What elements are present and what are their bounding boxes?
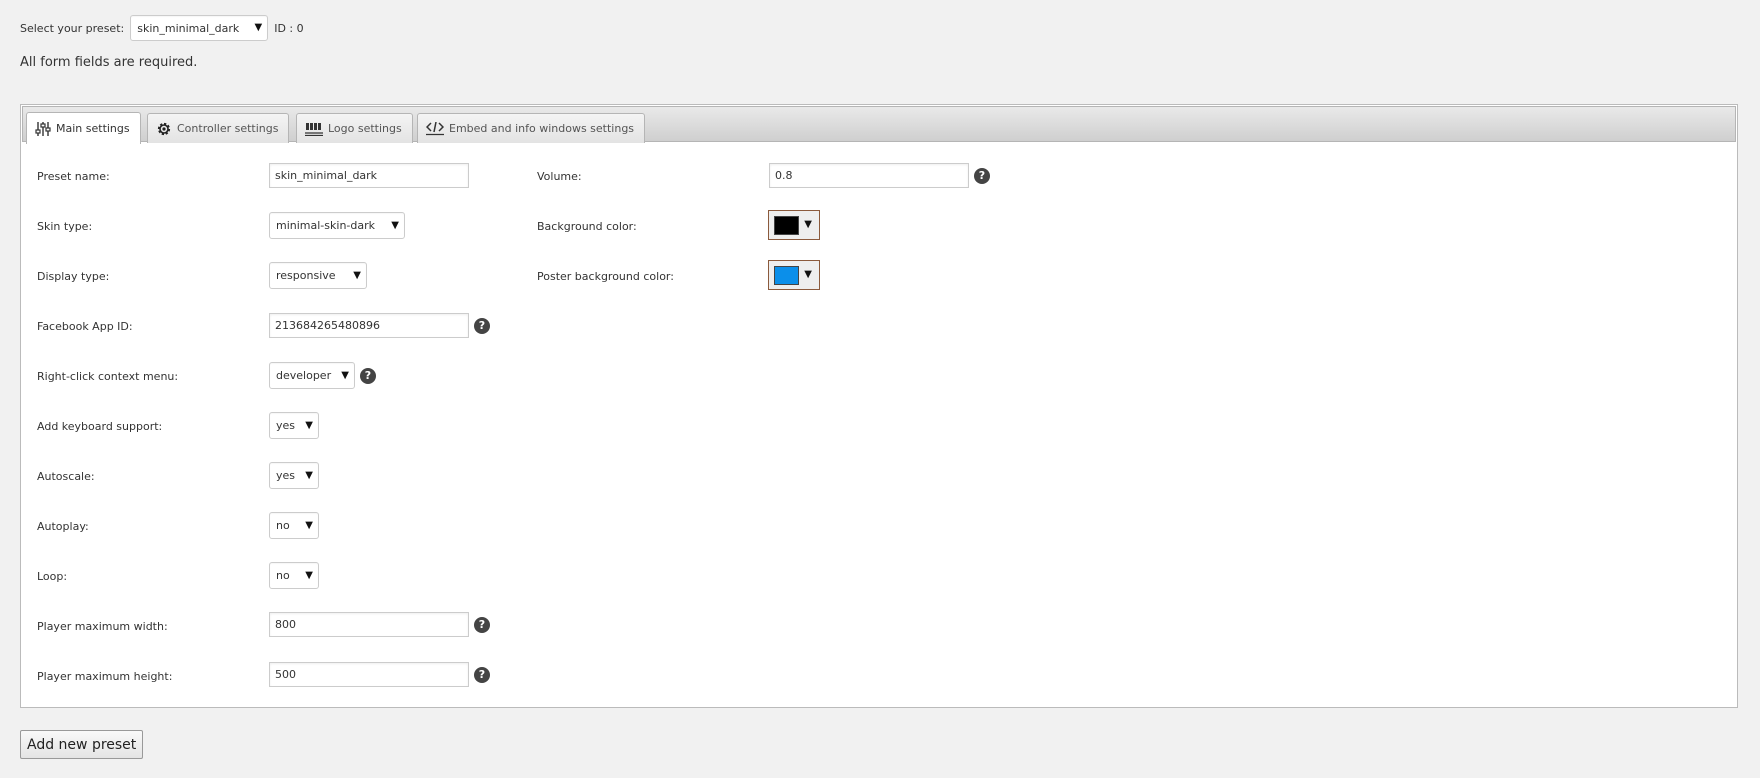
facebook-app-id-label: Facebook App ID: [37, 320, 133, 333]
tab-embed-settings[interactable]: Embed and info windows settings [417, 113, 646, 143]
autoscale-value: yes [276, 469, 296, 482]
keyboard-support-label: Add keyboard support: [37, 420, 163, 433]
chevron-down-icon: ▼ [254, 21, 263, 33]
help-icon[interactable]: ? [360, 368, 376, 384]
preset-name-input[interactable]: skin_minimal_dark [269, 163, 469, 188]
chevron-down-icon: ▼ [305, 419, 313, 431]
help-icon[interactable]: ? [474, 617, 490, 633]
preset-select[interactable]: skin_minimal_dark ▼ [130, 15, 269, 41]
loop-select[interactable]: no ▼ [269, 562, 319, 589]
context-menu-value: developer [276, 369, 332, 382]
chevron-down-icon: ▼ [305, 519, 313, 531]
autoscale-select[interactable]: yes ▼ [269, 462, 319, 489]
loop-label: Loop: [37, 570, 68, 583]
tab-label: Embed and info windows settings [449, 122, 635, 135]
autoplay-value: no [276, 519, 290, 532]
chevron-down-icon: ▼ [804, 219, 812, 230]
chevron-down-icon: ▼ [353, 269, 361, 281]
tab-logo-settings[interactable]: Logo settings [296, 113, 413, 143]
volume-input[interactable]: 0.8 [769, 163, 969, 188]
loop-value: no [276, 569, 290, 582]
add-new-preset-button[interactable]: Add new preset [20, 730, 144, 759]
context-menu-select[interactable]: developer ▼ [269, 362, 355, 389]
chevron-down-icon: ▼ [305, 469, 313, 481]
context-menu-label: Right-click context menu: [37, 370, 179, 383]
display-type-label: Display type: [37, 270, 110, 283]
required-note: All form fields are required. [20, 55, 198, 70]
help-icon[interactable]: ? [474, 318, 490, 334]
tab-label: Main settings [56, 122, 130, 135]
logo-icon [305, 122, 323, 136]
help-icon[interactable]: ? [474, 667, 490, 683]
tab-label: Logo settings [328, 122, 402, 135]
background-color-picker[interactable]: ▼ [768, 210, 820, 240]
chevron-down-icon: ▼ [391, 219, 399, 231]
background-color-label: Background color: [537, 220, 637, 233]
gear-icon [157, 122, 171, 135]
max-height-label: Player maximum height: [37, 670, 173, 683]
help-icon[interactable]: ? [974, 168, 990, 184]
background-color-swatch [774, 216, 799, 235]
tab-main-settings[interactable]: Main settings [26, 112, 141, 144]
facebook-app-id-input[interactable]: 213684265480896 [269, 313, 469, 338]
keyboard-support-value: yes [276, 419, 296, 432]
poster-background-color-label: Poster background color: [537, 270, 674, 283]
autoplay-label: Autoplay: [37, 520, 89, 533]
chevron-down-icon: ▼ [305, 569, 313, 581]
preset-selector-row: Select your preset: skin_minimal_dark ▼ … [20, 15, 304, 41]
poster-background-color-picker[interactable]: ▼ [768, 260, 820, 290]
max-width-input[interactable]: 800 [269, 612, 469, 637]
preset-id-label: ID : 0 [274, 21, 304, 35]
autoscale-label: Autoscale: [37, 470, 95, 483]
tab-label: Controller settings [177, 122, 279, 135]
display-type-select[interactable]: responsive ▼ [269, 262, 367, 289]
preset-name-label: Preset name: [37, 170, 110, 183]
tab-bar: Main settings Controller settings Logo s… [22, 106, 1736, 144]
skin-type-label: Skin type: [37, 220, 93, 233]
settings-panel: Main settings Controller settings Logo s… [20, 104, 1738, 708]
tab-controller-settings[interactable]: Controller settings [147, 113, 290, 143]
preset-select-value: skin_minimal_dark [137, 21, 240, 35]
display-type-value: responsive [276, 269, 336, 282]
max-height-input[interactable]: 500 [269, 662, 469, 687]
chevron-down-icon: ▼ [341, 369, 349, 381]
skin-type-select[interactable]: minimal-skin-dark ▼ [269, 212, 405, 239]
autoplay-select[interactable]: no ▼ [269, 512, 319, 539]
sliders-icon [35, 121, 51, 136]
skin-type-value: minimal-skin-dark [276, 219, 375, 232]
volume-label: Volume: [537, 170, 582, 183]
max-width-label: Player maximum width: [37, 620, 168, 633]
keyboard-support-select[interactable]: yes ▼ [269, 412, 319, 439]
preset-label: Select your preset: [20, 21, 125, 35]
chevron-down-icon: ▼ [804, 269, 812, 280]
poster-background-color-swatch [774, 266, 799, 285]
embed-icon [426, 121, 444, 135]
